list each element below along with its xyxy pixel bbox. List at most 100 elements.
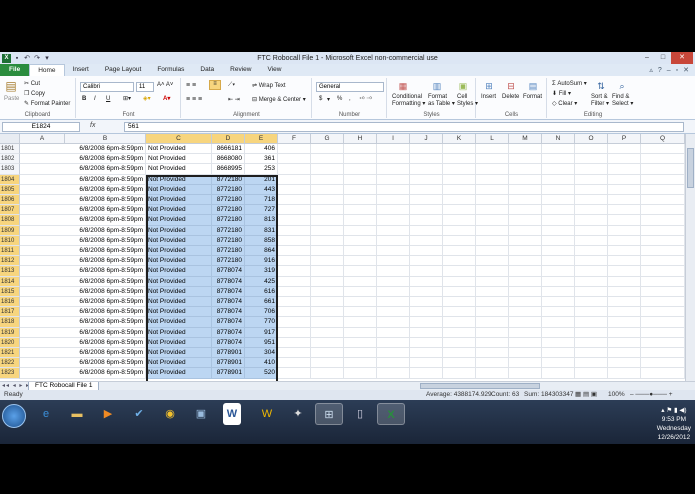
cell-empty[interactable] [476,368,509,379]
cell-empty[interactable] [410,256,443,267]
cell-empty[interactable] [641,164,685,175]
media-player-icon[interactable]: ▶ [94,403,122,425]
cell-empty[interactable] [410,235,443,246]
cell-c[interactable]: Not Provided [146,144,212,155]
font-name-select[interactable]: Calibri [80,82,134,92]
copy-button[interactable]: ❐ Copy [24,90,45,97]
cell-d[interactable]: 8772180 [212,246,245,257]
cell-a[interactable]: 6/8/2008 6pm-8:59pm [20,286,146,297]
cell-empty[interactable] [608,348,641,359]
cell-empty[interactable] [344,348,377,359]
cell-empty[interactable] [575,368,608,379]
cell-empty[interactable] [476,256,509,267]
cell-c[interactable]: Not Provided [146,174,212,185]
column-header-f[interactable]: F [278,134,311,144]
cell-a[interactable]: 6/8/2008 6pm-8:59pm [20,358,146,369]
row-header[interactable]: 1802 [0,154,20,165]
cell-d[interactable]: 8778074 [212,327,245,338]
cell-empty[interactable] [410,205,443,216]
cell-empty[interactable] [311,317,344,328]
cell-c[interactable]: Not Provided [146,317,212,328]
cell-a[interactable]: 6/8/2008 6pm-8:59pm [20,297,146,308]
find-select-button[interactable]: Find & Select ▾ [612,94,633,108]
cell-empty[interactable] [575,164,608,175]
cell-empty[interactable] [278,205,311,216]
cell-empty[interactable] [575,348,608,359]
cell-e[interactable]: 916 [245,256,278,267]
cell-c[interactable]: Not Provided [146,256,212,267]
cell-empty[interactable] [311,235,344,246]
cell-empty[interactable] [278,246,311,257]
cell-empty[interactable] [641,144,685,155]
cell-d[interactable]: 8772180 [212,174,245,185]
cell-empty[interactable] [410,246,443,257]
cell-empty[interactable] [608,358,641,369]
vertical-scroll-thumb[interactable] [687,148,694,188]
cell-empty[interactable] [575,184,608,195]
cell-empty[interactable] [608,266,641,277]
column-header-n[interactable]: N [542,134,575,144]
delete-cells-icon[interactable]: ⊟ [504,80,518,92]
cell-empty[interactable] [443,337,476,348]
cell-a[interactable]: 6/8/2008 6pm-8:59pm [20,337,146,348]
cell-e[interactable]: 406 [245,144,278,155]
file-explorer-icon[interactable]: ▬ [63,403,91,425]
cell-empty[interactable] [476,307,509,318]
grow-font-icon[interactable]: A˄ A˅ [157,82,173,88]
tab-home[interactable]: Home [29,64,65,76]
cell-empty[interactable] [278,358,311,369]
cell-empty[interactable] [278,184,311,195]
cell-empty[interactable] [344,195,377,206]
row-header[interactable]: 1809 [0,225,20,236]
row-header[interactable]: 1801 [0,144,20,155]
cell-empty[interactable] [377,358,410,369]
cell-empty[interactable] [410,286,443,297]
cell-c[interactable]: Not Provided [146,297,212,308]
cell-empty[interactable] [575,246,608,257]
row-header[interactable]: 1806 [0,195,20,206]
cell-empty[interactable] [344,174,377,185]
clock-time[interactable]: 9:53 PM [657,415,691,424]
row-header[interactable]: 1813 [0,266,20,277]
maximize-icon[interactable]: □ [655,52,671,64]
cell-empty[interactable] [575,195,608,206]
cell-empty[interactable] [278,174,311,185]
cell-d[interactable]: 8778074 [212,297,245,308]
cell-empty[interactable] [410,144,443,155]
cell-c[interactable]: Not Provided [146,327,212,338]
cell-empty[interactable] [410,154,443,165]
cell-empty[interactable] [344,337,377,348]
font-size-select[interactable]: 11 [136,82,154,92]
cell-empty[interactable] [476,266,509,277]
cell-e[interactable]: 616 [245,286,278,297]
orientation-icon[interactable]: ⟋▾ [228,82,235,89]
row-header[interactable]: 1808 [0,215,20,226]
cell-empty[interactable] [377,297,410,308]
cell-empty[interactable] [542,235,575,246]
cell-empty[interactable] [377,276,410,287]
cell-empty[interactable] [608,164,641,175]
cell-empty[interactable] [509,307,542,318]
cell-empty[interactable] [608,317,641,328]
cell-empty[interactable] [575,358,608,369]
cell-e[interactable]: 770 [245,317,278,328]
cell-empty[interactable] [641,266,685,277]
cell-empty[interactable] [377,195,410,206]
cell-d[interactable]: 8778074 [212,276,245,287]
cell-empty[interactable] [608,235,641,246]
sort-filter-icon[interactable]: ⇅ [594,80,608,92]
cell-empty[interactable] [641,286,685,297]
cell-c[interactable]: Not Provided [146,337,212,348]
tab-file[interactable]: File [0,64,30,76]
word-icon[interactable]: W [223,403,241,425]
cell-empty[interactable] [344,164,377,175]
cell-empty[interactable] [608,337,641,348]
cell-empty[interactable] [278,276,311,287]
cell-empty[interactable] [311,225,344,236]
cell-empty[interactable] [311,358,344,369]
cell-e[interactable]: 864 [245,246,278,257]
cell-empty[interactable] [509,337,542,348]
insert-function-icon[interactable]: fx [90,122,95,129]
undo-icon[interactable]: ↶ [23,54,31,62]
cell-empty[interactable] [410,164,443,175]
